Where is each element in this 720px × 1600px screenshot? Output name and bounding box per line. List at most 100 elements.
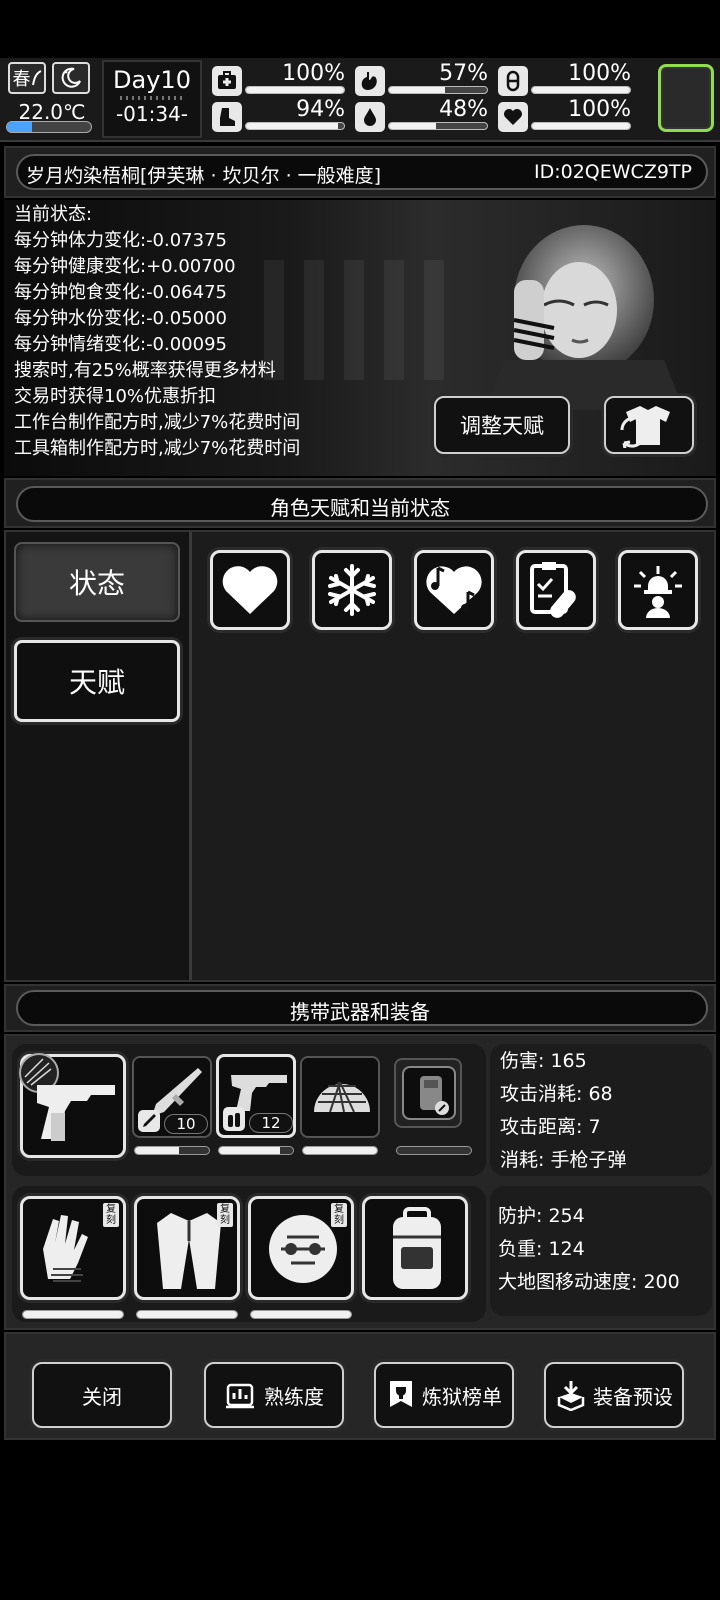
bottom-action-bar: 关闭 熟练度 炼狱榜单 装备预设 bbox=[4, 1332, 716, 1440]
map-move-speed: 大地图移动速度: 200 bbox=[498, 1271, 680, 1293]
top-hud: 春 22.0℃ Day10 -01:34- 100% 57% 100% 94% … bbox=[0, 58, 720, 142]
heart-talent-icon[interactable] bbox=[210, 550, 290, 630]
main-weapon-slot[interactable] bbox=[19, 1053, 126, 1158]
status-line: 工具箱制作配方时,减少7%花费时间 bbox=[14, 438, 301, 459]
talent-section-header: 角色天赋和当前状态 bbox=[4, 478, 716, 528]
quick-slot-button[interactable] bbox=[658, 64, 714, 132]
mood-percent: 100% bbox=[568, 97, 631, 122]
outfit-swap-icon bbox=[620, 406, 670, 448]
replica-badge: 复刻 bbox=[331, 1203, 347, 1227]
clock-time: -01:34- bbox=[115, 102, 189, 126]
coat-durability-bar bbox=[136, 1310, 238, 1319]
thirst-bar bbox=[388, 122, 488, 130]
snowflake-icon[interactable] bbox=[312, 550, 392, 630]
medicine-bar bbox=[531, 86, 631, 94]
thirst-percent: 48% bbox=[439, 97, 488, 122]
armor-slot-helmet[interactable]: 复刻 bbox=[248, 1196, 354, 1300]
replica-badge: 复刻 bbox=[217, 1203, 233, 1227]
health-bar bbox=[245, 86, 345, 94]
backpack-icon bbox=[393, 1207, 441, 1289]
heart-icon bbox=[498, 102, 528, 132]
equipment-preset-button[interactable]: 装备预设 bbox=[544, 1362, 684, 1428]
equipment-section-title: 携带武器和装备 bbox=[290, 1000, 430, 1024]
music-heart-icon[interactable] bbox=[414, 550, 494, 630]
character-portrait bbox=[484, 225, 684, 410]
moon-night-icon bbox=[52, 62, 90, 94]
armor-defense: 防护: 254 bbox=[498, 1205, 585, 1227]
stamina-bar bbox=[245, 122, 345, 130]
desert-eagle-icon bbox=[37, 1085, 115, 1141]
hunger-bar bbox=[388, 86, 488, 94]
tab-talent[interactable]: 天赋 bbox=[14, 640, 180, 722]
season-badge: 春 bbox=[8, 62, 46, 94]
status-line: 每分钟饱食变化:-0.06475 bbox=[14, 282, 227, 303]
weapon-stats-box: 伤害: 165 攻击消耗: 68 攻击距离: 7 消耗: 手枪子弹 bbox=[490, 1044, 712, 1176]
armor-slot-coat[interactable]: 复刻 bbox=[134, 1196, 240, 1300]
stomach-icon bbox=[355, 66, 385, 96]
riot-shield-icon bbox=[420, 1076, 449, 1115]
hunger-percent: 57% bbox=[439, 61, 488, 86]
close-button[interactable]: 关闭 bbox=[32, 1362, 172, 1428]
weapon-attack-range: 攻击距离: 7 bbox=[500, 1116, 601, 1138]
mood-bar bbox=[531, 122, 631, 130]
medical-clipboard-icon[interactable] bbox=[516, 550, 596, 630]
change-outfit-button[interactable] bbox=[604, 396, 694, 454]
tab-status[interactable]: 状态 bbox=[14, 542, 180, 622]
weapon-slot-pistol[interactable]: 12 bbox=[216, 1054, 296, 1138]
stamina-percent: 94% bbox=[296, 97, 345, 122]
preset-box-icon bbox=[557, 1381, 585, 1411]
equipment-panel: 10 12 伤害: 165 攻击消耗: 68 攻击距离: 7 消耗: 手枪子弹 … bbox=[4, 1034, 716, 1330]
armor-load: 负重: 124 bbox=[498, 1238, 585, 1260]
armor-slot-gloves[interactable]: 复刻 bbox=[20, 1196, 126, 1300]
replica-badge: 复刻 bbox=[103, 1203, 119, 1227]
weapon-slot-rifle[interactable]: 10 bbox=[132, 1056, 212, 1138]
status-line: 每分钟情绪变化:-0.00095 bbox=[14, 334, 227, 355]
rifle-durability-bar bbox=[134, 1146, 210, 1155]
leaderboard-button[interactable]: 炼狱榜单 bbox=[374, 1362, 514, 1428]
helmet-armor-durability-bar bbox=[250, 1310, 352, 1319]
status-line: 交易时获得10%优惠折扣 bbox=[14, 386, 217, 407]
weapon-damage: 伤害: 165 bbox=[500, 1050, 587, 1072]
gloves-icon bbox=[43, 1215, 88, 1282]
gloves-durability-bar bbox=[22, 1310, 124, 1319]
pistol-durability-bar bbox=[218, 1146, 294, 1155]
leaderboard-label: 炼狱榜单 bbox=[422, 1384, 502, 1409]
season-label: 春 bbox=[12, 69, 31, 90]
day-counter: Day10 bbox=[113, 66, 191, 94]
pill-icon bbox=[498, 66, 528, 96]
helmet-icon bbox=[314, 1081, 370, 1113]
weapon-slot-shield[interactable] bbox=[394, 1058, 462, 1128]
talent-panel: 状态 天赋 bbox=[4, 530, 716, 982]
helmet-durability-bar bbox=[302, 1146, 378, 1155]
boot-icon bbox=[212, 102, 242, 132]
character-title-bar: 岁月灼染梧桐[伊芙琳 · 坎贝尔 · 一般难度] ID:02QEWCZ9TP bbox=[4, 146, 716, 198]
alarm-light-person-icon[interactable] bbox=[618, 550, 698, 630]
status-line: 工作台制作配方时,减少7%花费时间 bbox=[14, 412, 301, 433]
health-percent: 100% bbox=[282, 61, 345, 86]
character-name: 岁月灼染梧桐[伊芙琳 · 坎贝尔 · 一般难度] bbox=[26, 165, 382, 187]
medkit-icon bbox=[212, 66, 242, 96]
status-line: 每分钟水份变化:-0.05000 bbox=[14, 308, 227, 329]
adjust-talent-button[interactable]: 调整天赋 bbox=[434, 396, 570, 454]
bayonet-ammo-icon bbox=[138, 1110, 160, 1132]
proficiency-button[interactable]: 熟练度 bbox=[204, 1362, 344, 1428]
armor-stats-box: 防护: 254 负重: 124 大地图移动速度: 200 bbox=[490, 1186, 712, 1316]
feather-icon bbox=[31, 70, 42, 86]
status-line: 搜索时,有25%概率获得更多材料 bbox=[14, 360, 276, 381]
temperature-bar bbox=[6, 121, 92, 133]
talent-section-title: 角色天赋和当前状态 bbox=[270, 496, 450, 520]
proficiency-label: 熟练度 bbox=[264, 1384, 324, 1409]
trophy-banner-icon bbox=[390, 1381, 412, 1407]
preset-label: 装备预设 bbox=[593, 1384, 673, 1409]
pistol-ammo-count: 12 bbox=[249, 1113, 293, 1133]
bullets-icon bbox=[223, 1107, 245, 1131]
medicine-percent: 100% bbox=[568, 61, 631, 86]
armor-slot-backpack[interactable] bbox=[362, 1196, 468, 1300]
player-id: ID:02QEWCZ9TP bbox=[534, 161, 692, 183]
proficiency-icon bbox=[226, 1383, 254, 1409]
water-drop-icon bbox=[355, 102, 385, 132]
status-line: 每分钟健康变化:+0.00700 bbox=[14, 256, 236, 277]
weapon-slot-helmet[interactable] bbox=[300, 1056, 380, 1138]
rifle-ammo-count: 10 bbox=[164, 1114, 208, 1134]
equipment-section-header: 携带武器和装备 bbox=[4, 984, 716, 1032]
